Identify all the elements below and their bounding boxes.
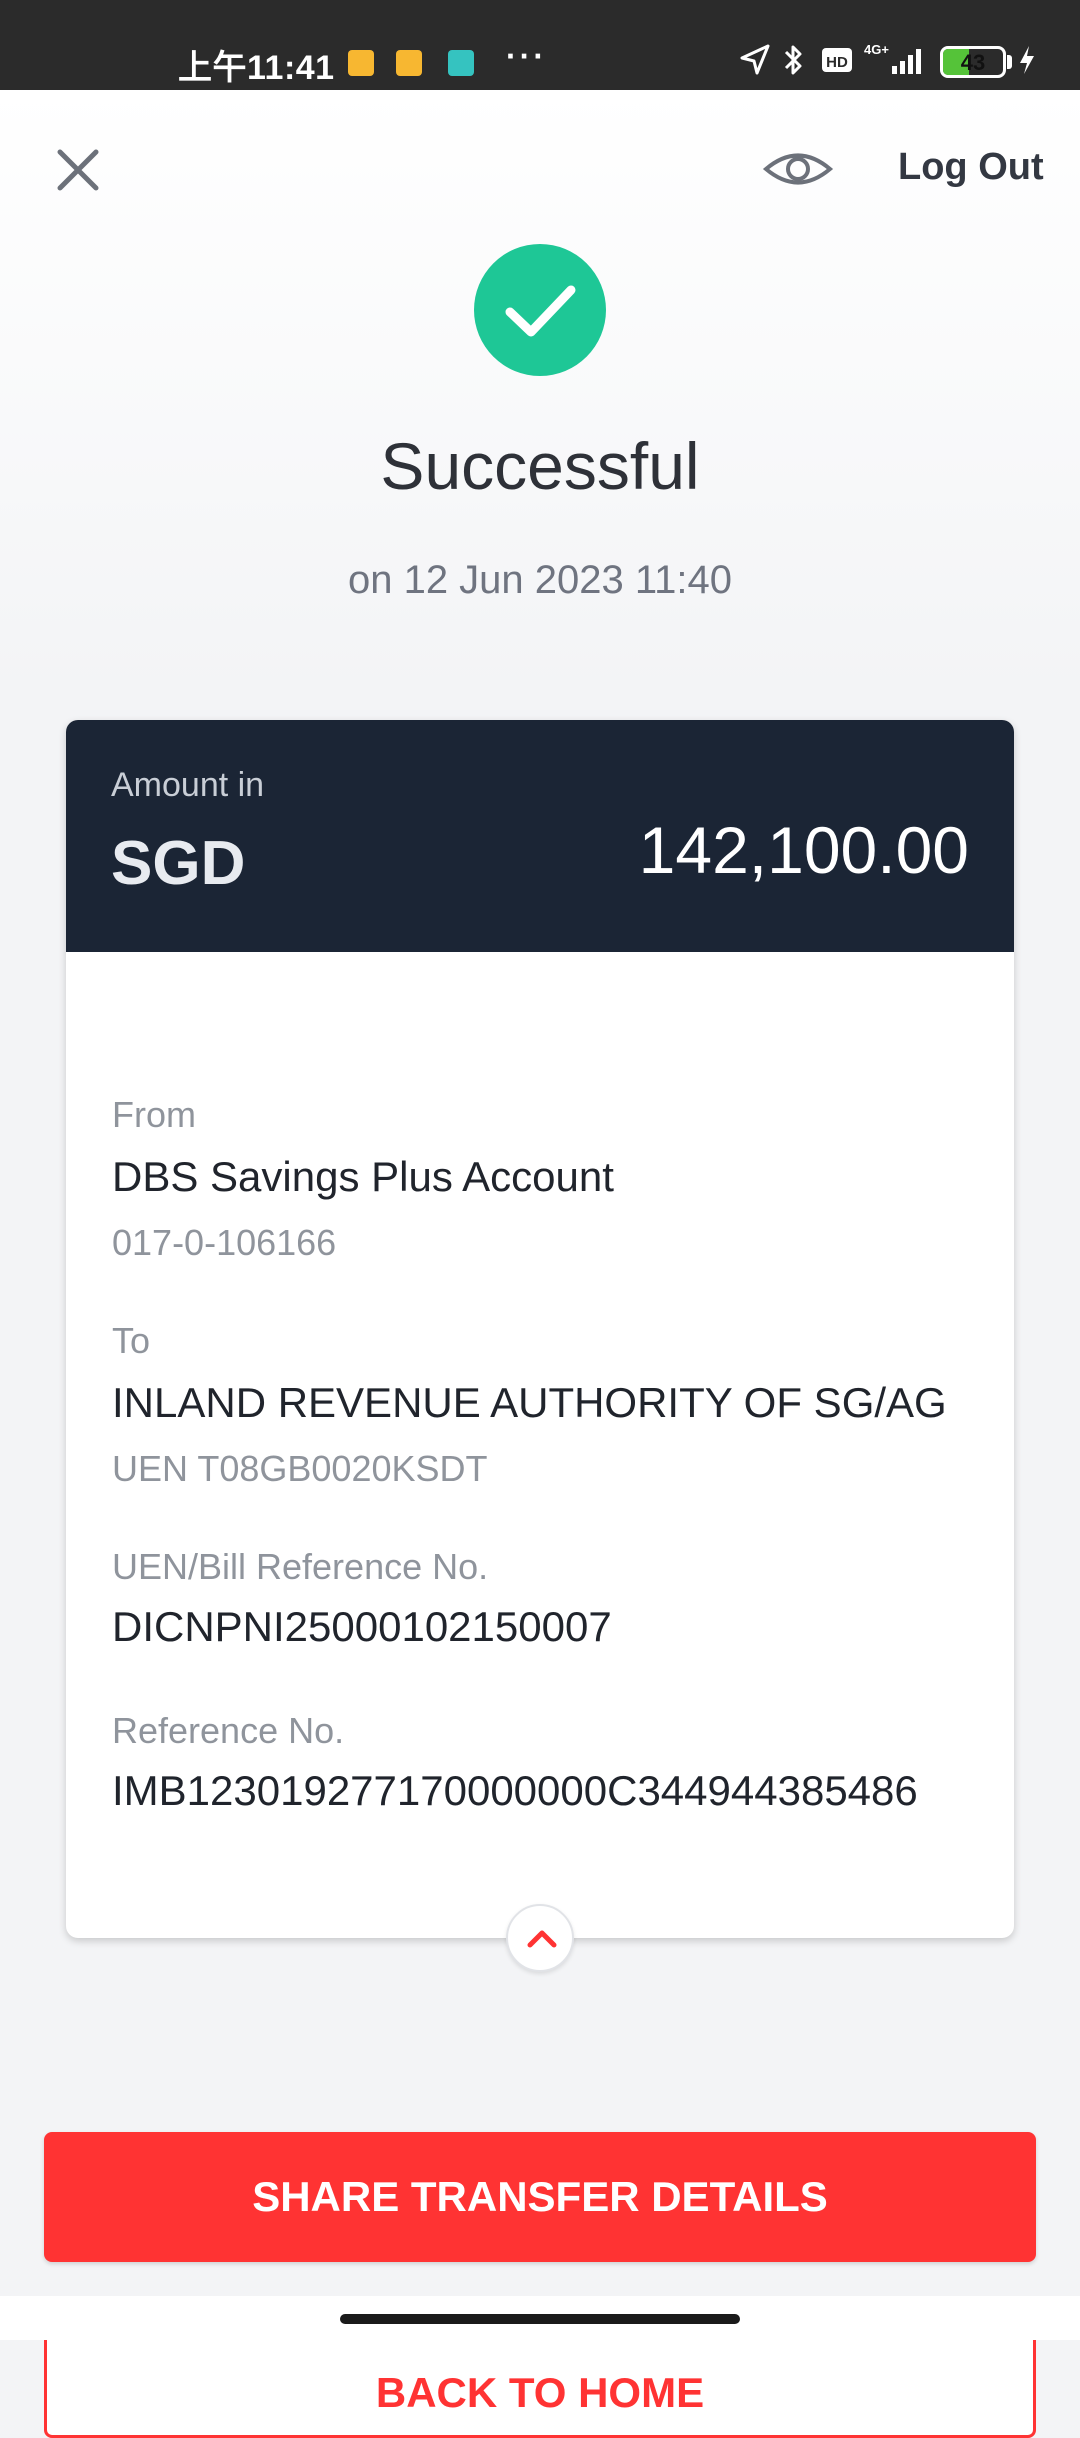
- success-check-icon: [474, 244, 606, 376]
- system-nav-bar: [0, 2296, 1080, 2340]
- home-gesture-handle[interactable]: [340, 2314, 740, 2324]
- transfer-amount: 142,100.00: [638, 813, 969, 887]
- chevron-up-icon: [527, 1930, 557, 1948]
- hd-icon: HD: [822, 48, 852, 72]
- from-account-name: DBS Savings Plus Account: [112, 1153, 614, 1200]
- status-time: 上午11:41: [178, 49, 335, 87]
- more-notifications-icon: ···: [506, 38, 547, 74]
- app-notification-icon: [448, 50, 474, 76]
- from-label: From: [112, 1094, 196, 1135]
- to-payee-uen: UEN T08GB0020KSDT: [112, 1448, 488, 1489]
- transfer-details-card: Amount in SGD 142,100.00 From DBS Saving…: [66, 720, 1014, 1938]
- close-icon[interactable]: [48, 140, 108, 200]
- eye-icon[interactable]: [762, 142, 834, 196]
- bluetooth-icon: [784, 45, 802, 75]
- charging-icon: [1020, 46, 1034, 74]
- logout-button[interactable]: Log Out: [898, 146, 1044, 189]
- bill-reference-label: UEN/Bill Reference No.: [112, 1546, 489, 1587]
- location-icon: [740, 44, 770, 75]
- signal-icon: 4G+: [864, 42, 921, 74]
- amount-label: Amount in: [111, 766, 265, 804]
- currency-code: SGD: [111, 829, 246, 898]
- bill-reference-number: DICNPNI25000102150007: [112, 1603, 612, 1650]
- reference-number: IMB123019277170000000C344944385486: [112, 1767, 918, 1814]
- notification-icon: [348, 50, 374, 76]
- to-label: To: [112, 1320, 151, 1361]
- svg-text:HD: HD: [826, 54, 848, 71]
- reference-label: Reference No.: [112, 1710, 345, 1751]
- status-bar: 上午11:41 ··· HD 4G+ 43: [0, 0, 1080, 90]
- svg-text:4G+: 4G+: [864, 42, 889, 57]
- collapse-details-button[interactable]: [506, 1904, 574, 1972]
- share-transfer-details-button[interactable]: SHARE TRANSFER DETAILS: [44, 2132, 1036, 2262]
- result-title: Successful: [380, 429, 700, 503]
- battery-icon: 43: [940, 46, 1006, 78]
- amount-header: Amount in SGD 142,100.00: [66, 720, 1014, 952]
- from-account-number: 017-0-106166: [112, 1222, 337, 1263]
- to-payee-name: INLAND REVENUE AUTHORITY OF SG/AG: [112, 1379, 947, 1426]
- transfer-result-screen: Log Out Successful on 12 Jun 2023 11:40 …: [0, 90, 1080, 2438]
- battery-level: 43: [960, 50, 986, 75]
- transaction-datetime: on 12 Jun 2023 11:40: [347, 558, 733, 602]
- chat-icon: [396, 50, 422, 76]
